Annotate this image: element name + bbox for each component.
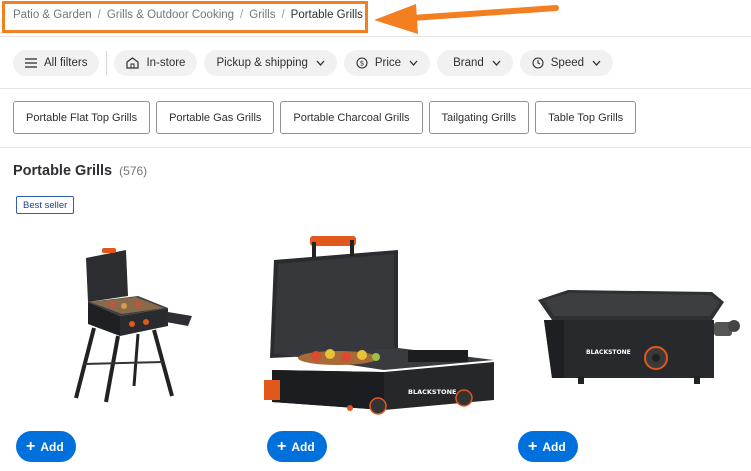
brand-logo: BLACKSTONE — [586, 349, 631, 356]
add-label: Add — [291, 439, 315, 454]
divider — [0, 88, 751, 89]
in-store-filter[interactable]: In-store — [114, 49, 198, 76]
add-to-cart-button[interactable]: + Add — [267, 431, 327, 462]
result-count: (576) — [119, 164, 148, 178]
clock-icon — [532, 56, 544, 69]
category-chip-portable-flat-top-grills[interactable]: Portable Flat Top Grills — [13, 101, 151, 134]
breadcrumb-separator: / — [97, 9, 101, 21]
pickup-shipping-filter[interactable]: Pickup & shipping — [204, 49, 337, 76]
product-image[interactable]: BLACKSTONE — [534, 290, 746, 390]
annotation-arrow-icon — [374, 4, 559, 34]
filter-bar: All filters In-store Pickup & shipping $… — [13, 49, 620, 76]
chevron-down-icon — [316, 60, 325, 66]
category-chip-tailgating-grills[interactable]: Tailgating Grills — [428, 101, 530, 134]
best-seller-badge: Best seller — [16, 196, 75, 214]
store-icon — [126, 56, 140, 69]
filter-separator — [106, 50, 108, 75]
price-icon: $ — [356, 56, 368, 69]
add-label: Add — [40, 439, 64, 454]
plus-icon: + — [277, 437, 287, 455]
category-chip-portable-charcoal-grills[interactable]: Portable Charcoal Grills — [280, 101, 423, 134]
price-filter[interactable]: $ Price — [343, 49, 431, 76]
category-chip-table-top-grills[interactable]: Table Top Grills — [535, 101, 637, 134]
chevron-down-icon — [492, 60, 501, 66]
add-to-cart-button[interactable]: + Add — [518, 431, 578, 462]
brand-label: Brand — [453, 56, 484, 69]
breadcrumb-separator: / — [281, 9, 285, 21]
results-heading: Portable Grills (576) — [13, 163, 147, 179]
breadcrumb: Patio & Garden / Grills & Outdoor Cookin… — [13, 9, 363, 21]
breadcrumb-link-patio-garden[interactable]: Patio & Garden — [13, 9, 92, 21]
plus-icon: + — [26, 437, 36, 455]
breadcrumb-separator: / — [240, 9, 244, 21]
chevron-down-icon — [409, 60, 418, 66]
in-store-label: In-store — [146, 56, 186, 69]
price-label: Price — [374, 56, 402, 69]
breadcrumb-current: Portable Grills — [290, 9, 363, 21]
chevron-down-icon — [592, 60, 601, 66]
category-chip-portable-gas-grills[interactable]: Portable Gas Grills — [156, 101, 275, 134]
all-filters-button[interactable]: All filters — [13, 49, 100, 76]
category-chips: Portable Flat Top Grills Portable Gas Gr… — [13, 101, 642, 134]
filter-icon — [25, 57, 37, 68]
product-image[interactable] — [68, 246, 198, 406]
all-filters-label: All filters — [44, 56, 88, 69]
svg-text:$: $ — [360, 59, 364, 67]
add-to-cart-button[interactable]: + Add — [16, 431, 76, 462]
divider — [0, 36, 751, 37]
brand-filter[interactable]: Brand — [437, 49, 513, 76]
breadcrumb-link-grills[interactable]: Grills — [249, 9, 275, 21]
breadcrumb-link-grills-outdoor-cooking[interactable]: Grills & Outdoor Cooking — [107, 9, 234, 21]
pickup-shipping-label: Pickup & shipping — [216, 56, 308, 69]
product-image[interactable]: BLACKSTONE — [258, 230, 503, 415]
speed-filter[interactable]: Speed — [519, 49, 614, 76]
plus-icon: + — [528, 437, 538, 455]
add-label: Add — [542, 439, 566, 454]
page-title: Portable Grills — [13, 163, 113, 179]
brand-logo: BLACKSTONE — [408, 388, 456, 396]
speed-label: Speed — [550, 56, 585, 69]
divider — [0, 147, 751, 148]
